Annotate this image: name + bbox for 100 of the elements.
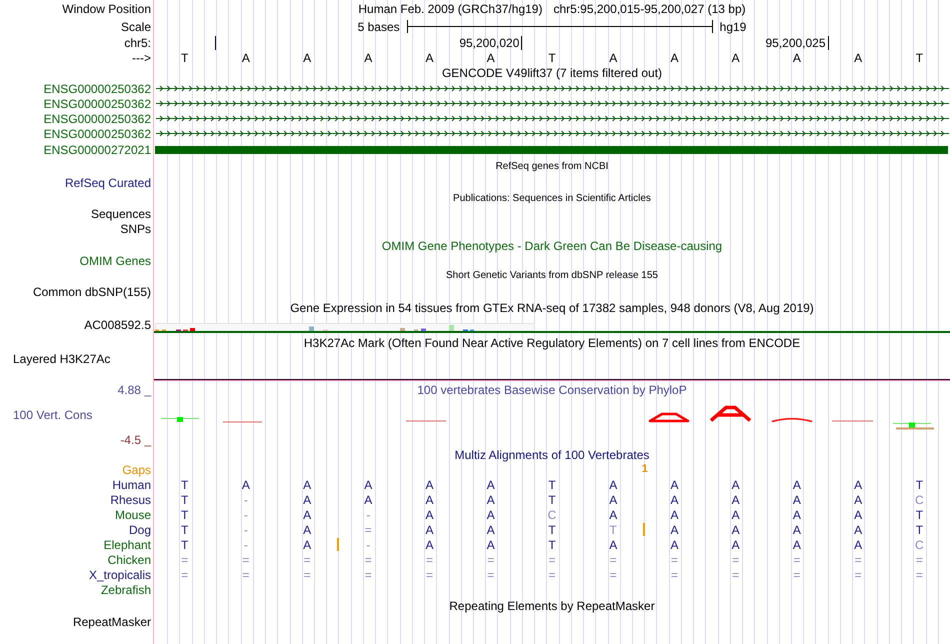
alignment-base: -	[244, 522, 248, 536]
alignment-base: A	[609, 492, 618, 506]
alignment-base: A	[792, 538, 801, 552]
scale-span: 5 bases	[358, 20, 400, 34]
alignment-base: -	[244, 538, 248, 552]
expression-bar[interactable]	[449, 325, 454, 331]
alignment-base: T	[180, 492, 188, 506]
track-label[interactable]: Common dbSNP(155)	[32, 284, 151, 298]
position-label: Window Position	[62, 2, 151, 16]
base-letter: A	[792, 50, 801, 64]
alignment-base: T	[180, 522, 188, 536]
base-letter: A	[242, 50, 250, 64]
base-letter: T	[548, 50, 556, 64]
track-label[interactable]: ENSG00000250362	[44, 96, 151, 110]
expression-bar[interactable]	[421, 328, 426, 331]
alignment-base: =	[854, 568, 862, 582]
track-label[interactable]: ENSG00000272021	[44, 142, 151, 156]
alignment-base: =	[364, 522, 372, 536]
alignment-base: T	[180, 538, 188, 552]
expression-bar[interactable]	[190, 328, 195, 331]
track-label[interactable]: 100 Vert. Cons	[13, 408, 92, 422]
track-title: GENCODE V49lift37 (7 items filtered out)	[442, 66, 662, 80]
track-label[interactable]: SNPs	[120, 222, 151, 236]
alignment-base: A	[426, 492, 434, 506]
axis-max-label: 4.88 _	[118, 383, 151, 397]
intron-line[interactable]	[156, 99, 949, 108]
alignment-base: A	[854, 492, 862, 506]
track-label[interactable]: Human	[112, 478, 151, 492]
track-label[interactable]: ENSG00000250362	[44, 126, 151, 140]
alignment-base: A	[486, 508, 495, 522]
track-label[interactable]: X_tropicalis	[88, 568, 151, 582]
alignment-base: A	[854, 508, 862, 522]
alignment-base: A	[670, 492, 678, 506]
track-title: Gene Expression in 54 tissues from GTEx RNA-seq of 17382 samples, 948 donors (V8, Aug 2019)	[290, 300, 814, 314]
expression-bar[interactable]	[400, 328, 405, 331]
strand-label: --->	[132, 50, 151, 64]
track-label[interactable]: Dog	[128, 522, 151, 536]
track-label[interactable]: Zebrafish	[100, 582, 151, 596]
alignment-base: A	[426, 522, 434, 536]
alignment-base: A	[854, 522, 862, 536]
alignment-base: A	[486, 538, 495, 552]
alignment-base: T	[916, 508, 924, 522]
alignment-base: =	[854, 552, 862, 566]
alignment-base: A	[364, 492, 372, 506]
track-label[interactable]: AC008592.5	[84, 318, 151, 332]
track-label[interactable]: ENSG00000250362	[44, 82, 151, 96]
intron-line[interactable]	[156, 114, 949, 123]
alignment-base: -	[244, 508, 248, 522]
alignment-base: =	[242, 568, 250, 582]
alignment-base: A	[609, 538, 618, 552]
alignment-base: =	[304, 568, 311, 582]
alignment-base: =	[487, 552, 494, 566]
track-label[interactable]: Elephant	[104, 538, 151, 552]
gene-line[interactable]	[154, 331, 950, 333]
conservation-mark	[832, 420, 874, 422]
base-letter: T	[180, 50, 188, 64]
track-label[interactable]: OMIM Genes	[80, 254, 151, 268]
alignment-base: A	[486, 492, 495, 506]
conservation-mark	[160, 417, 200, 422]
track-title: Publications: Sequences in Scientific Articles	[453, 192, 651, 204]
base-letter: A	[364, 50, 372, 64]
alignment-base: -	[366, 538, 370, 552]
alignment-base: A	[303, 508, 312, 522]
alignment-base: T	[180, 478, 188, 492]
alignment-base: A	[670, 538, 678, 552]
alignment-base: A	[732, 478, 740, 492]
gap-count: 1	[642, 463, 648, 476]
conservation-mark	[892, 422, 934, 430]
track-label[interactable]: Rhesus	[110, 492, 151, 506]
alignment-base: -	[366, 508, 370, 522]
alignment-base: C	[548, 508, 556, 522]
base-letter: A	[609, 50, 618, 64]
alignment-base: =	[364, 568, 372, 582]
alignment-base: A	[732, 492, 740, 506]
alignment-base: A	[242, 478, 250, 492]
expression-bar[interactable]	[309, 326, 314, 331]
alignment-base: A	[670, 478, 678, 492]
track-label[interactable]: Sequences	[90, 207, 151, 221]
alignment-base: -	[244, 492, 248, 506]
intron-line[interactable]	[156, 129, 949, 138]
alignment-base: A	[670, 522, 678, 536]
track-label[interactable]: Layered H3K27Ac	[13, 352, 110, 366]
track-label[interactable]: RepeatMasker	[72, 614, 151, 628]
track-label[interactable]: Chicken	[108, 552, 151, 566]
alignment-base: =	[426, 552, 434, 566]
track-title: Repeating Elements by RepeatMasker	[449, 598, 655, 612]
track-title: H3K27Ac Mark (Often Found Near Active Regulatory Elements) on 7 cell lines from ENCODE	[304, 336, 800, 350]
track-label[interactable]: ENSG00000250362	[44, 112, 151, 126]
track-label[interactable]: Mouse	[114, 508, 151, 522]
alignment-base: C	[915, 538, 924, 552]
alignment-base: =	[181, 552, 188, 566]
alignment-base: A	[609, 508, 618, 522]
alignment-base: A	[609, 478, 618, 492]
alignment-base: =	[670, 552, 678, 566]
exon-bar[interactable]	[155, 146, 948, 154]
intron-line[interactable]	[156, 84, 949, 93]
alignment-base: A	[670, 508, 678, 522]
alignment-base: =	[181, 568, 188, 582]
track-label[interactable]: RefSeq Curated	[64, 176, 151, 190]
track-title: RefSeq genes from NCBI	[496, 161, 608, 173]
